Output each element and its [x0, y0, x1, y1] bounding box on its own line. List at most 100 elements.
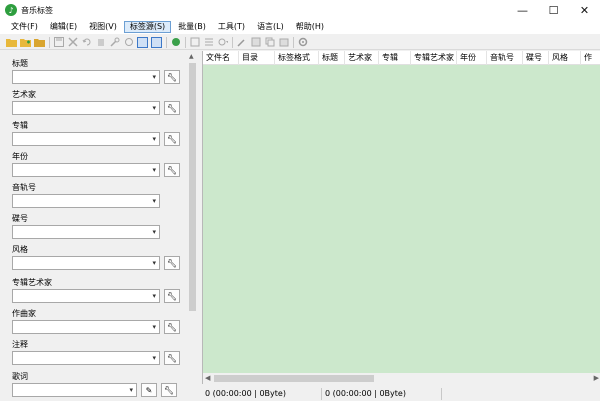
- left-panel-scrollbar[interactable]: ▲: [188, 51, 197, 401]
- field-artist: 艺术家 ▾ 🔧︎: [12, 89, 187, 115]
- open-folder-icon[interactable]: [6, 37, 17, 48]
- wrench-icon[interactable]: 🔧︎: [164, 351, 180, 365]
- lyrics-combo[interactable]: ▾: [12, 383, 137, 397]
- column-header[interactable]: 专辑艺术家: [411, 51, 457, 65]
- composer-combo[interactable]: ▾: [12, 320, 160, 334]
- wrench-icon[interactable]: 🔧︎: [164, 132, 180, 146]
- file-list[interactable]: 文件名 目录 标签格式 标题 艺术家 专辑 专辑艺术家 年份 音轨号 碟号 风格…: [202, 51, 600, 384]
- column-header[interactable]: 碟号: [523, 51, 549, 65]
- wrench-icon[interactable]: 🔧︎: [161, 383, 177, 397]
- menu-file[interactable]: 文件(F): [6, 21, 43, 33]
- folder-icon[interactable]: [34, 37, 45, 48]
- close-button[interactable]: ✕: [569, 0, 600, 20]
- column-header[interactable]: 年份: [457, 51, 487, 65]
- menu-edit[interactable]: 编辑(E): [45, 21, 82, 33]
- comment-combo[interactable]: ▾: [12, 351, 160, 365]
- column-header[interactable]: 文件名: [203, 51, 239, 65]
- toolbar-separator: [166, 36, 167, 48]
- field-year: 年份 ▾ 🔧︎: [12, 151, 187, 177]
- delete-icon[interactable]: [95, 37, 106, 48]
- view-list-icon[interactable]: [137, 36, 148, 48]
- genre-combo[interactable]: ▾: [12, 256, 160, 270]
- refresh-icon[interactable]: [123, 37, 134, 48]
- field-label: 注释: [12, 340, 28, 349]
- field-label: 专辑艺术家: [12, 278, 52, 287]
- menu-help[interactable]: 帮助(H): [291, 21, 329, 33]
- field-label: 专辑: [12, 121, 28, 130]
- column-header[interactable]: 艺术家: [345, 51, 379, 65]
- field-comment: 注释 ▾ 🔧︎: [12, 339, 187, 365]
- add-folder-icon[interactable]: [20, 37, 31, 48]
- field-album-artist: 专辑艺术家 ▾ 🔧︎: [12, 277, 187, 303]
- year-combo[interactable]: ▾: [12, 163, 160, 177]
- remove-icon[interactable]: [67, 37, 78, 48]
- field-label: 作曲家: [12, 309, 36, 318]
- album-combo[interactable]: ▾: [12, 132, 160, 146]
- title-bar: ♪ 音乐标签 — ☐ ✕: [0, 0, 600, 20]
- batch-dropdown-icon[interactable]: [217, 37, 228, 48]
- undo-icon[interactable]: [81, 37, 92, 48]
- field-label: 风格: [12, 245, 28, 254]
- toolbar-separator: [232, 36, 233, 48]
- column-header[interactable]: 专辑: [379, 51, 411, 65]
- edit-lyrics-icon[interactable]: ✎: [141, 383, 157, 397]
- column-header[interactable]: 标签格式: [275, 51, 319, 65]
- batch-list-icon[interactable]: [203, 37, 214, 48]
- menu-tag-source[interactable]: 标签源(S): [123, 21, 172, 33]
- wrench-icon[interactable]: 🔧︎: [164, 256, 180, 270]
- column-header[interactable]: 目录: [239, 51, 275, 65]
- menu-batch[interactable]: 批量(B): [173, 21, 211, 33]
- field-label: 音轨号: [12, 183, 36, 192]
- wrench-icon[interactable]: [109, 37, 120, 48]
- window-title: 音乐标签: [21, 5, 53, 15]
- field-label: 碟号: [12, 214, 28, 223]
- column-header[interactable]: 风格: [549, 51, 581, 65]
- column-header[interactable]: 音轨号: [487, 51, 523, 65]
- settings-icon[interactable]: [297, 37, 308, 48]
- field-lyrics: 歌词 ▾ ✎ 🔧︎: [12, 371, 187, 397]
- scrollbar-thumb[interactable]: [214, 375, 374, 382]
- batch-icon[interactable]: [189, 37, 200, 48]
- status-total: 0 (00:00:00 | 0Byte): [202, 387, 322, 400]
- wrench-icon[interactable]: 🔧︎: [164, 70, 180, 84]
- toolbar-separator: [293, 36, 294, 48]
- tool-icon[interactable]: [236, 37, 247, 48]
- wrench-icon[interactable]: 🔧︎: [164, 320, 180, 334]
- horizontal-scrollbar[interactable]: ◀ ▶: [203, 373, 600, 384]
- field-album: 专辑 ▾ 🔧︎: [12, 120, 187, 146]
- convert-icon[interactable]: [250, 37, 261, 48]
- field-label: 艺术家: [12, 90, 36, 99]
- artist-combo[interactable]: ▾: [12, 101, 160, 115]
- wrench-icon[interactable]: 🔧︎: [164, 289, 180, 303]
- copy-icon[interactable]: [264, 37, 275, 48]
- tag-source-icon[interactable]: [170, 37, 181, 48]
- disc-combo[interactable]: ▾: [12, 225, 160, 239]
- scroll-right-arrow-icon[interactable]: ▶: [594, 374, 599, 382]
- paste-icon[interactable]: [278, 37, 289, 48]
- field-label: 标题: [12, 59, 28, 68]
- album-artist-combo[interactable]: ▾: [12, 289, 160, 303]
- view-detail-icon[interactable]: [151, 36, 162, 48]
- scroll-left-arrow-icon[interactable]: ◀: [205, 374, 210, 382]
- field-label: 歌词: [12, 372, 28, 381]
- column-headers: 文件名 目录 标签格式 标题 艺术家 专辑 专辑艺术家 年份 音轨号 碟号 风格…: [203, 51, 600, 65]
- wrench-icon[interactable]: 🔧︎: [164, 163, 180, 177]
- save-icon[interactable]: [53, 37, 64, 48]
- wrench-icon[interactable]: 🔧︎: [164, 101, 180, 115]
- field-track: 音轨号 ▾: [12, 182, 187, 208]
- music-tag-app-icon: ♪: [5, 4, 17, 16]
- menu-view[interactable]: 视图(V): [84, 21, 122, 33]
- scrollbar-thumb[interactable]: [189, 63, 196, 311]
- scroll-up-arrow-icon[interactable]: ▲: [189, 53, 194, 60]
- tag-editor-panel: 标题 ▾ 🔧︎ 艺术家 ▾ 🔧︎ 专辑 ▾ 🔧︎ 年份 ▾ 🔧︎ 音轨号 ▾ 碟号 ▾ …: [0, 51, 200, 401]
- minimize-button[interactable]: —: [507, 0, 538, 20]
- menu-tools[interactable]: 工具(T): [213, 21, 250, 33]
- title-combo[interactable]: ▾: [12, 70, 160, 84]
- column-header[interactable]: 标题: [319, 51, 345, 65]
- maximize-button[interactable]: ☐: [538, 0, 569, 20]
- menu-language[interactable]: 语言(L): [252, 21, 289, 33]
- toolbar-separator: [49, 36, 50, 48]
- column-header[interactable]: 作: [581, 51, 600, 65]
- track-combo[interactable]: ▾: [12, 194, 160, 208]
- toolbar-separator: [185, 36, 186, 48]
